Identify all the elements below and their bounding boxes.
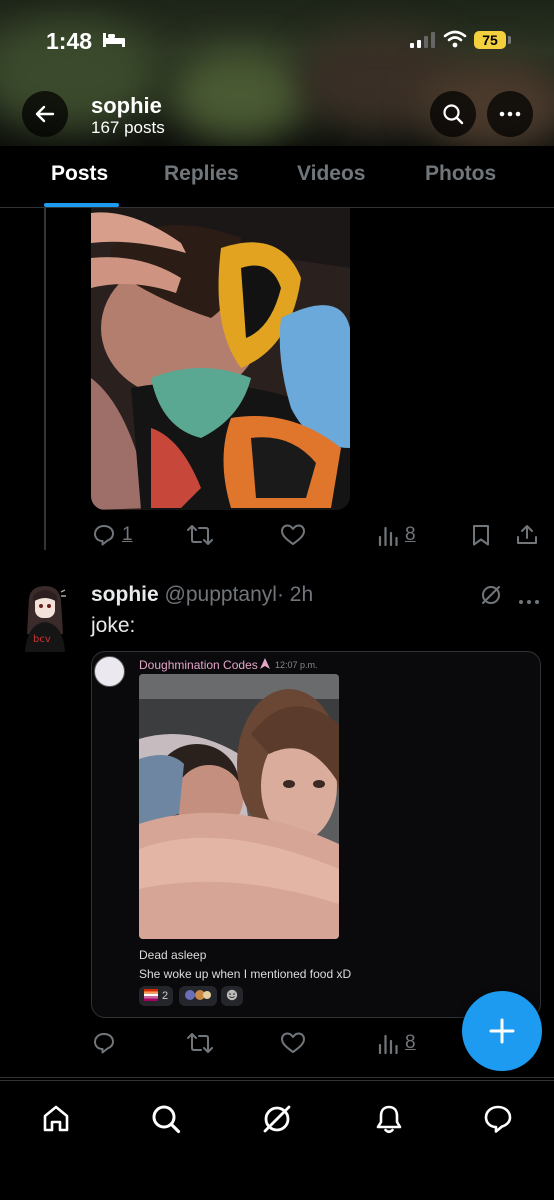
feed-divider xyxy=(0,1077,554,1078)
search-icon xyxy=(443,104,464,125)
search-icon xyxy=(152,1105,181,1134)
reply-icon xyxy=(94,1033,114,1054)
reaction-pill xyxy=(179,986,217,1006)
post-header: sophie @pupptanyl· 2h xyxy=(91,583,313,607)
status-time: 1:48 xyxy=(46,28,93,54)
sleep-icon xyxy=(102,32,126,53)
repost-button[interactable] xyxy=(186,523,214,547)
like-button[interactable] xyxy=(280,523,306,547)
tab-videos[interactable]: Videos xyxy=(297,162,365,186)
repost-button[interactable] xyxy=(186,1031,214,1055)
embed-badge-icon xyxy=(259,657,271,675)
messages-tab[interactable] xyxy=(480,1101,516,1137)
embed-time: 12:07 p.m. xyxy=(275,660,318,670)
reply-count: 1 xyxy=(122,524,133,545)
thread-line xyxy=(44,208,46,550)
post-more-icon[interactable] xyxy=(518,592,540,610)
share-button[interactable] xyxy=(515,523,539,547)
author-name[interactable]: sophie xyxy=(91,583,159,606)
add-reaction-icon xyxy=(226,989,238,1004)
home-tab[interactable] xyxy=(38,1101,74,1137)
views-icon xyxy=(378,526,398,547)
back-button[interactable] xyxy=(22,91,68,137)
profile-name: sophie xyxy=(91,93,162,118)
more-button[interactable] xyxy=(487,91,533,137)
notifications-icon xyxy=(376,1105,402,1134)
reply-button[interactable] xyxy=(92,1031,116,1055)
repost-icon xyxy=(187,525,213,545)
embed-line-2: She woke up when I mentioned food xD xyxy=(139,967,352,981)
bottom-navigation xyxy=(0,1080,554,1200)
like-button[interactable] xyxy=(280,1031,306,1055)
embed-photo xyxy=(139,674,339,939)
tab-posts[interactable]: Posts xyxy=(51,162,108,186)
reply-button[interactable]: 1 xyxy=(92,523,133,547)
reaction-pill: 2 xyxy=(139,986,174,1006)
post-photo[interactable] xyxy=(91,208,350,510)
reply-icon xyxy=(94,525,114,546)
views-button[interactable]: 8 xyxy=(377,523,416,547)
active-tab-indicator xyxy=(44,203,119,207)
like-icon xyxy=(281,524,305,545)
post-text: joke: xyxy=(91,614,136,637)
post-time: · 2h xyxy=(276,583,314,606)
embed-line-1: Dead asleep xyxy=(139,948,207,962)
author-handle[interactable]: @pupptanyl xyxy=(165,583,277,606)
avatar[interactable]: bcv xyxy=(21,584,67,652)
battery-tip xyxy=(508,36,511,44)
reaction-count: 2 xyxy=(162,990,169,1002)
cellular-signal-icon xyxy=(410,32,436,53)
bookmark-icon xyxy=(473,525,489,546)
add-reaction-button xyxy=(221,986,243,1006)
plus-icon xyxy=(489,1018,515,1044)
embedded-screenshot[interactable]: Doughmination Codes 12:07 p.m. Dead asle… xyxy=(91,651,541,1018)
sticker-emoji-icon xyxy=(184,988,212,1005)
post-count: 167 posts xyxy=(91,118,165,137)
tab-replies[interactable]: Replies xyxy=(164,162,239,186)
grok-tab[interactable] xyxy=(259,1101,295,1137)
share-icon xyxy=(517,525,537,544)
tab-photos[interactable]: Photos xyxy=(425,162,496,186)
svg-text:bcv: bcv xyxy=(33,634,51,645)
notifications-tab[interactable] xyxy=(371,1101,407,1137)
wifi-icon xyxy=(443,30,467,53)
battery-level: 75 xyxy=(474,31,506,49)
grok-icon[interactable] xyxy=(480,584,502,611)
like-icon xyxy=(281,1032,305,1053)
flag-emoji-icon xyxy=(144,988,158,1004)
view-count: 8 xyxy=(405,1032,416,1053)
repost-icon xyxy=(187,1033,213,1053)
profile-tabs: Posts Replies Videos Photos xyxy=(0,146,554,208)
views-button[interactable]: 8 xyxy=(377,1031,416,1055)
search-button[interactable] xyxy=(430,91,476,137)
embed-avatar xyxy=(94,656,125,687)
status-bar: 1:48 75 xyxy=(0,0,554,80)
more-icon xyxy=(499,111,521,117)
views-icon xyxy=(378,1034,398,1055)
back-arrow-icon xyxy=(35,105,55,123)
compose-button[interactable] xyxy=(462,991,542,1071)
grok-icon xyxy=(263,1105,291,1133)
view-count: 8 xyxy=(405,524,416,545)
bookmark-button[interactable] xyxy=(470,523,492,547)
messages-icon xyxy=(484,1105,512,1133)
embed-author: Doughmination Codes xyxy=(139,658,258,672)
home-icon xyxy=(43,1105,69,1132)
explore-tab[interactable] xyxy=(148,1101,184,1137)
